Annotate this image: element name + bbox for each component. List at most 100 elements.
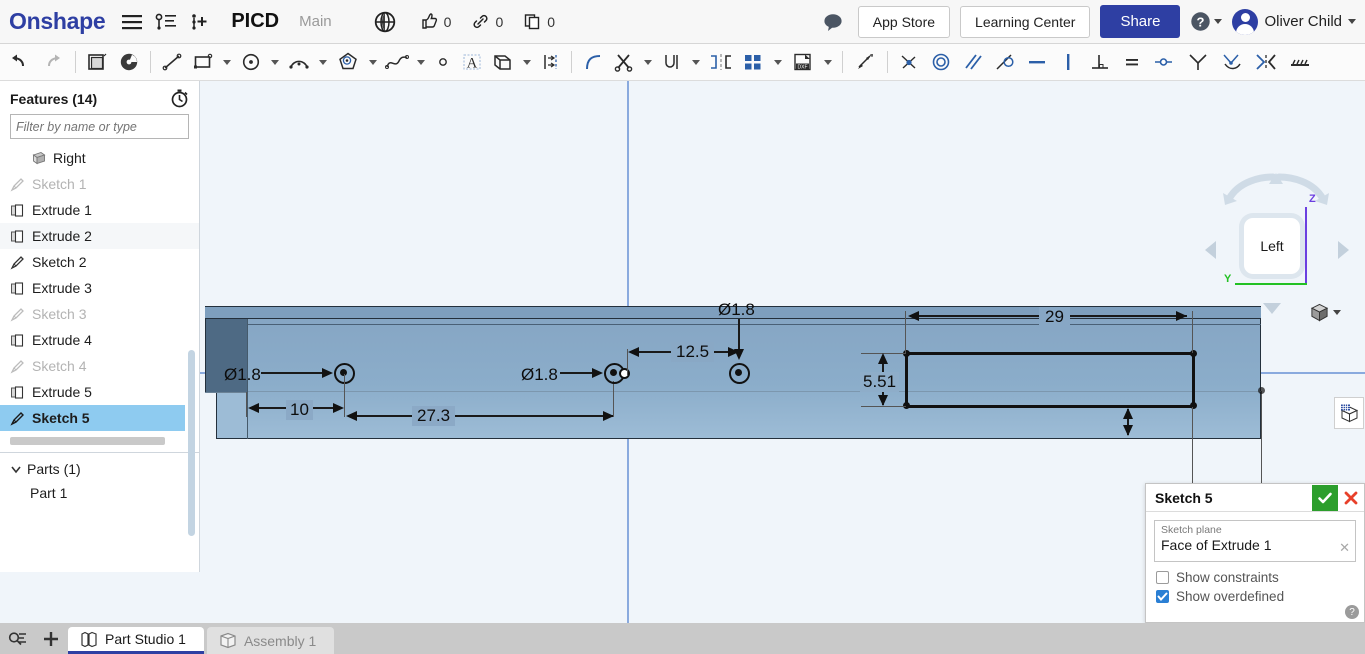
help-menu[interactable]: ? [1190, 11, 1223, 32]
offset-icon[interactable] [536, 45, 566, 79]
chevron-down-icon[interactable] [223, 59, 231, 65]
dim-len-27-3[interactable]: 27.3 [412, 406, 456, 426]
view-cube-face[interactable]: Left [1244, 218, 1300, 274]
chevron-down-icon[interactable] [369, 59, 377, 65]
parallel-icon[interactable] [957, 45, 989, 79]
feature-item-extrude-2[interactable]: Extrude 2 [0, 223, 199, 249]
feature-item-sketch-3[interactable]: Sketch 3 [0, 301, 199, 327]
chevron-down-icon[interactable] [271, 59, 279, 65]
extend-icon[interactable] [657, 45, 687, 79]
sketch-rect-bottom[interactable] [906, 405, 1195, 408]
thumbs-up-counter[interactable]: 0 [420, 12, 451, 31]
hole-top[interactable] [729, 363, 750, 384]
feature-item-extrude-3[interactable]: Extrude 3 [0, 275, 199, 301]
rotate-down-arrow[interactable] [1263, 303, 1281, 314]
polygon-tool-icon[interactable] [332, 45, 364, 79]
plus-icon[interactable] [34, 623, 68, 654]
help-icon[interactable]: ? [1345, 605, 1359, 619]
learning-center-button[interactable]: Learning Center [960, 5, 1091, 38]
circle-tool-icon[interactable] [236, 45, 266, 79]
fillet-icon[interactable] [577, 45, 609, 79]
sketch-icon[interactable] [81, 45, 113, 79]
undo-icon[interactable] [2, 45, 36, 79]
user-menu[interactable]: Oliver Child [1232, 8, 1356, 35]
clear-x-icon[interactable]: ✕ [1339, 540, 1350, 556]
text-tool-icon[interactable]: A [456, 45, 488, 79]
part-item-part-1[interactable]: Part 1 [0, 485, 199, 501]
link-counter[interactable]: 0 [471, 12, 503, 31]
dim-dia-left[interactable]: Ø1.8 [224, 365, 261, 385]
versions-branch-icon[interactable] [151, 7, 181, 37]
symmetric-icon[interactable] [1181, 45, 1215, 79]
globe-icon[interactable] [370, 7, 400, 37]
add-feature-icon[interactable] [185, 7, 215, 37]
use-projection-icon[interactable] [488, 45, 518, 79]
tab-assembly-1[interactable]: Assembly 1 [206, 627, 335, 654]
hamburger-icon[interactable] [117, 7, 147, 37]
dimension-icon[interactable] [848, 45, 882, 79]
app-store-button[interactable]: App Store [857, 5, 951, 38]
mirror-icon[interactable] [705, 45, 737, 79]
chevron-down-icon[interactable] [774, 59, 782, 65]
view-cube[interactable]: Left Z Y [1197, 169, 1355, 314]
chevron-down-icon[interactable] [692, 59, 700, 65]
perpendicular-icon[interactable] [1083, 45, 1117, 79]
section-view-button[interactable] [1334, 397, 1364, 429]
rotate-left-arrow[interactable] [1205, 241, 1216, 259]
chevron-down-icon[interactable] [417, 59, 425, 65]
rollback-timer-icon[interactable] [170, 89, 189, 108]
feature-item-sketch-2[interactable]: Sketch 2 [0, 249, 199, 275]
feature-item-extrude-4[interactable]: Extrude 4 [0, 327, 199, 353]
feature-item-sketch-5[interactable]: Sketch 5 [0, 405, 185, 431]
rotate-right-arrow[interactable] [1338, 241, 1349, 259]
parts-section-header[interactable]: Parts (1) [0, 453, 199, 485]
view-mode-selector[interactable] [1310, 303, 1341, 322]
sketch-plane-field[interactable]: Sketch plane Face of Extrude 1 ✕ [1154, 520, 1356, 562]
feature-tree-scrollbar[interactable] [188, 350, 195, 536]
coincident-icon[interactable] [893, 45, 925, 79]
sketch-rect-top[interactable] [906, 352, 1195, 355]
dim-len-29[interactable]: 29 [1039, 307, 1070, 327]
spline-tool-icon[interactable] [382, 45, 412, 79]
dim-dia-top[interactable]: Ø1.8 [718, 300, 755, 320]
horizontal-icon[interactable] [1021, 45, 1053, 79]
feature-tree-hscrollbar[interactable] [10, 437, 165, 445]
concentric-icon[interactable] [925, 45, 957, 79]
construction-icon[interactable] [1249, 45, 1283, 79]
feature-item-right[interactable]: Right [0, 145, 199, 171]
rectangle-tool-icon[interactable] [188, 45, 218, 79]
arc-tool-icon[interactable] [284, 45, 314, 79]
feature-item-extrude-5[interactable]: Extrude 5 [0, 379, 199, 405]
sketch-rect-right[interactable] [1192, 352, 1195, 408]
point-tool-icon[interactable] [430, 45, 456, 79]
pattern-icon[interactable] [737, 45, 769, 79]
chevron-down-icon[interactable] [523, 59, 531, 65]
sketch-rect-left[interactable] [905, 352, 908, 408]
search-filter-icon[interactable] [0, 623, 34, 654]
onshape-logo[interactable]: Onshape [9, 8, 106, 35]
comment-icon[interactable] [818, 7, 848, 37]
confirm-button[interactable] [1312, 484, 1338, 511]
feature-item-sketch-1[interactable]: Sketch 1 [0, 171, 199, 197]
equal-icon[interactable] [1117, 45, 1147, 79]
midpoint-icon[interactable] [1147, 45, 1181, 79]
plane-sketch-icon[interactable] [113, 45, 145, 79]
chevron-down-icon[interactable] [824, 59, 832, 65]
chevron-down-icon[interactable] [319, 59, 327, 65]
normal-icon[interactable] [1283, 45, 1317, 79]
copy-counter[interactable]: 0 [523, 12, 555, 31]
document-title[interactable]: PICD [231, 10, 279, 33]
curvature-icon[interactable] [1215, 45, 1249, 79]
redo-icon[interactable] [36, 45, 70, 79]
feature-item-extrude-1[interactable]: Extrude 1 [0, 197, 199, 223]
chevron-down-icon[interactable] [1333, 310, 1341, 315]
show-constraints-row[interactable]: Show constraints [1146, 570, 1364, 585]
dim-len-10[interactable]: 10 [286, 400, 313, 420]
share-button[interactable]: Share [1100, 5, 1181, 38]
search-input[interactable] [10, 114, 189, 139]
show-overdefined-checkbox[interactable] [1156, 590, 1169, 603]
vertical-icon[interactable] [1053, 45, 1083, 79]
dim-len-12-5[interactable]: 12.5 [671, 342, 715, 362]
dim-len-5-51[interactable]: 5.51 [860, 372, 900, 392]
line-tool-icon[interactable] [156, 45, 188, 79]
